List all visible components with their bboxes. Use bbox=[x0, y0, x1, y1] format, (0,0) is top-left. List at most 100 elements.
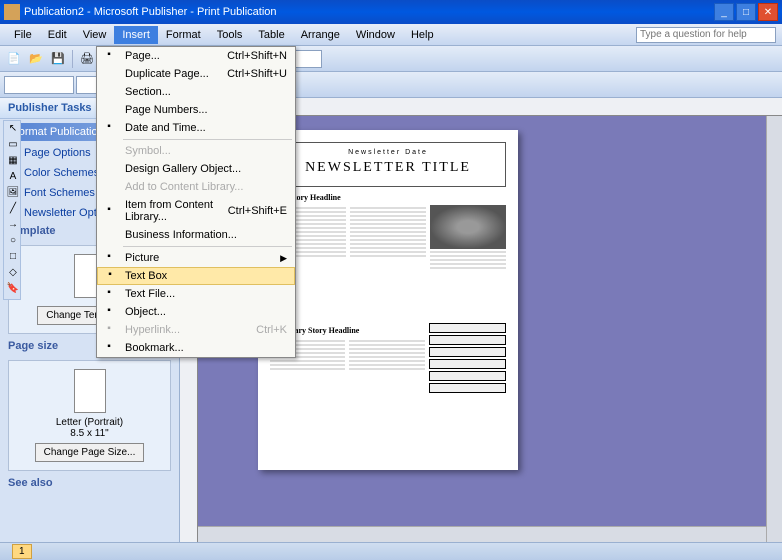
story-image bbox=[430, 205, 506, 249]
menu-item-label: Picture bbox=[125, 252, 159, 264]
menu-item-date-and-time[interactable]: ▪ Date and Time... bbox=[97, 119, 295, 137]
publication-page[interactable]: Newsletter Date NEWSLETTER TITLE Lead St… bbox=[258, 130, 518, 470]
page-tab[interactable]: 1 bbox=[12, 544, 32, 559]
maximize-button[interactable]: □ bbox=[736, 3, 756, 21]
menu-item-bookmark[interactable]: ▪ Bookmark... bbox=[97, 339, 295, 357]
menu-item-label: Object... bbox=[125, 306, 166, 318]
see-also-label: See also bbox=[0, 475, 179, 493]
menu-item-object[interactable]: ▪ Object... bbox=[97, 303, 295, 321]
menu-item-label: Page... bbox=[125, 50, 160, 62]
menu-window[interactable]: Window bbox=[348, 26, 403, 44]
open-icon[interactable]: 📂 bbox=[26, 49, 46, 69]
table-tool-icon[interactable]: ▦ bbox=[6, 155, 20, 169]
insert-menu-dropdown: ▪ Page... Ctrl+Shift+N Duplicate Page... Ctr… bbox=[96, 46, 296, 358]
help-search-input[interactable] bbox=[636, 27, 776, 43]
arrow-tool-icon[interactable]: → bbox=[6, 219, 20, 233]
menu-item-picture[interactable]: ▪ Picture ▶ bbox=[97, 249, 295, 267]
title-bar: Publication2 - Microsoft Publisher - Pri… bbox=[0, 0, 782, 24]
obj-icon: ▪ bbox=[102, 305, 116, 319]
menu-table[interactable]: Table bbox=[250, 26, 292, 44]
close-button[interactable]: ✕ bbox=[758, 3, 778, 21]
menu-item-label: Section... bbox=[125, 86, 171, 98]
menu-item-label: Symbol... bbox=[125, 145, 171, 157]
menu-item-add-to-content-library: Add to Content Library... bbox=[97, 178, 295, 196]
menu-item-label: Hyperlink... bbox=[125, 324, 180, 336]
menu-separator bbox=[123, 139, 292, 140]
menu-item-page-numbers[interactable]: Page Numbers... bbox=[97, 101, 295, 119]
menu-item-design-gallery-object[interactable]: Design Gallery Object... bbox=[97, 160, 295, 178]
file-icon: ▪ bbox=[102, 287, 116, 301]
menu-item-text-box[interactable]: ▪ Text Box bbox=[97, 267, 295, 285]
save-icon[interactable]: 💾 bbox=[48, 49, 68, 69]
bookmark-icon: ▪ bbox=[102, 341, 116, 355]
menu-item-label: Text Box bbox=[125, 270, 167, 282]
shapes-tool-icon[interactable]: ◇ bbox=[6, 267, 20, 281]
menu-item-label: Design Gallery Object... bbox=[125, 163, 241, 175]
menu-bar: FileEditViewInsertFormatToolsTableArrang… bbox=[0, 24, 782, 46]
menu-item-label: Add to Content Library... bbox=[125, 181, 243, 193]
font-name-combo[interactable] bbox=[4, 76, 74, 94]
menu-view[interactable]: View bbox=[75, 26, 115, 44]
menu-item-label: Duplicate Page... bbox=[125, 68, 209, 80]
vertical-scrollbar[interactable] bbox=[766, 116, 782, 542]
minimize-button[interactable]: _ bbox=[714, 3, 734, 21]
menu-item-label: Page Numbers... bbox=[125, 104, 208, 116]
menu-item-symbol: Symbol... bbox=[97, 142, 295, 160]
textbox-tool-icon[interactable]: ▭ bbox=[6, 139, 20, 153]
menu-arrange[interactable]: Arrange bbox=[293, 26, 348, 44]
bookmark-tool-icon[interactable]: 🔖 bbox=[6, 283, 20, 297]
horizontal-scrollbar[interactable] bbox=[198, 526, 766, 542]
objects-toolbox: ↖ ▭ ▦ A 🖼 ╱ → ○ □ ◇ 🔖 bbox=[3, 120, 21, 300]
pagesize-preview: Letter (Portrait) 8.5 x 11" Change Page … bbox=[8, 360, 171, 471]
menu-format[interactable]: Format bbox=[158, 26, 209, 44]
pagesize-thumbnail bbox=[74, 369, 106, 413]
menu-insert[interactable]: Insert bbox=[114, 26, 158, 44]
menu-item-label: Bookmark... bbox=[125, 342, 184, 354]
picture-tool-icon[interactable]: 🖼 bbox=[6, 187, 20, 201]
menu-file[interactable]: File bbox=[6, 26, 40, 44]
lib-icon: ▪ bbox=[102, 204, 116, 218]
menu-item-section[interactable]: Section... bbox=[97, 83, 295, 101]
page-icon: ▪ bbox=[102, 49, 116, 63]
menu-item-label: Text File... bbox=[125, 288, 175, 300]
oval-tool-icon[interactable]: ○ bbox=[6, 235, 20, 249]
window-title: Publication2 - Microsoft Publisher - Pri… bbox=[24, 6, 714, 18]
menu-item-item-from-content-library[interactable]: ▪ Item from Content Library...Ctrl+Shift+… bbox=[97, 196, 295, 226]
menu-item-shortcut: Ctrl+Shift+N bbox=[227, 50, 287, 62]
wordart-tool-icon[interactable]: A bbox=[6, 171, 20, 185]
menu-tools[interactable]: Tools bbox=[209, 26, 251, 44]
app-icon bbox=[4, 4, 20, 20]
select-tool-icon[interactable]: ↖ bbox=[6, 123, 20, 137]
menu-item-label: Date and Time... bbox=[125, 122, 206, 134]
textbox-icon: ▪ bbox=[103, 269, 117, 283]
menu-item-shortcut: Ctrl+K bbox=[256, 324, 287, 336]
page-dimensions-label: 8.5 x 11" bbox=[13, 428, 166, 439]
new-icon[interactable]: 📄 bbox=[4, 49, 24, 69]
newsletter-date-label: Newsletter Date bbox=[277, 149, 499, 156]
line-tool-icon[interactable]: ╱ bbox=[6, 203, 20, 217]
menu-item-duplicate-page[interactable]: Duplicate Page... Ctrl+Shift+U bbox=[97, 65, 295, 83]
page-orientation-label: Letter (Portrait) bbox=[13, 417, 166, 428]
menu-edit[interactable]: Edit bbox=[40, 26, 75, 44]
menu-item-hyperlink: ▪ Hyperlink... Ctrl+K bbox=[97, 321, 295, 339]
change-pagesize-button[interactable]: Change Page Size... bbox=[35, 443, 145, 462]
menu-item-page[interactable]: ▪ Page... Ctrl+Shift+N bbox=[97, 47, 295, 65]
newsletter-title: NEWSLETTER TITLE bbox=[277, 156, 499, 180]
menu-item-business-information[interactable]: Business Information... bbox=[97, 226, 295, 244]
submenu-arrow-icon: ▶ bbox=[280, 253, 287, 264]
menu-item-shortcut: Ctrl+Shift+E bbox=[228, 205, 287, 217]
link-icon: ▪ bbox=[102, 323, 116, 337]
menu-help[interactable]: Help bbox=[403, 26, 442, 44]
pic-icon: ▪ bbox=[102, 251, 116, 265]
menu-item-label: Business Information... bbox=[125, 229, 237, 241]
lead-story-headline: Lead Story Headline bbox=[270, 193, 506, 202]
sidebar-table bbox=[429, 323, 506, 393]
menu-separator bbox=[123, 246, 292, 247]
menu-item-label: Item from Content Library... bbox=[125, 199, 228, 223]
menu-item-text-file[interactable]: ▪ Text File... bbox=[97, 285, 295, 303]
clock-icon: ▪ bbox=[102, 121, 116, 135]
rect-tool-icon[interactable]: □ bbox=[6, 251, 20, 265]
menu-item-shortcut: Ctrl+Shift+U bbox=[227, 68, 287, 80]
print-icon[interactable]: 🖨 bbox=[77, 49, 97, 69]
status-bar: 1 bbox=[0, 542, 782, 560]
